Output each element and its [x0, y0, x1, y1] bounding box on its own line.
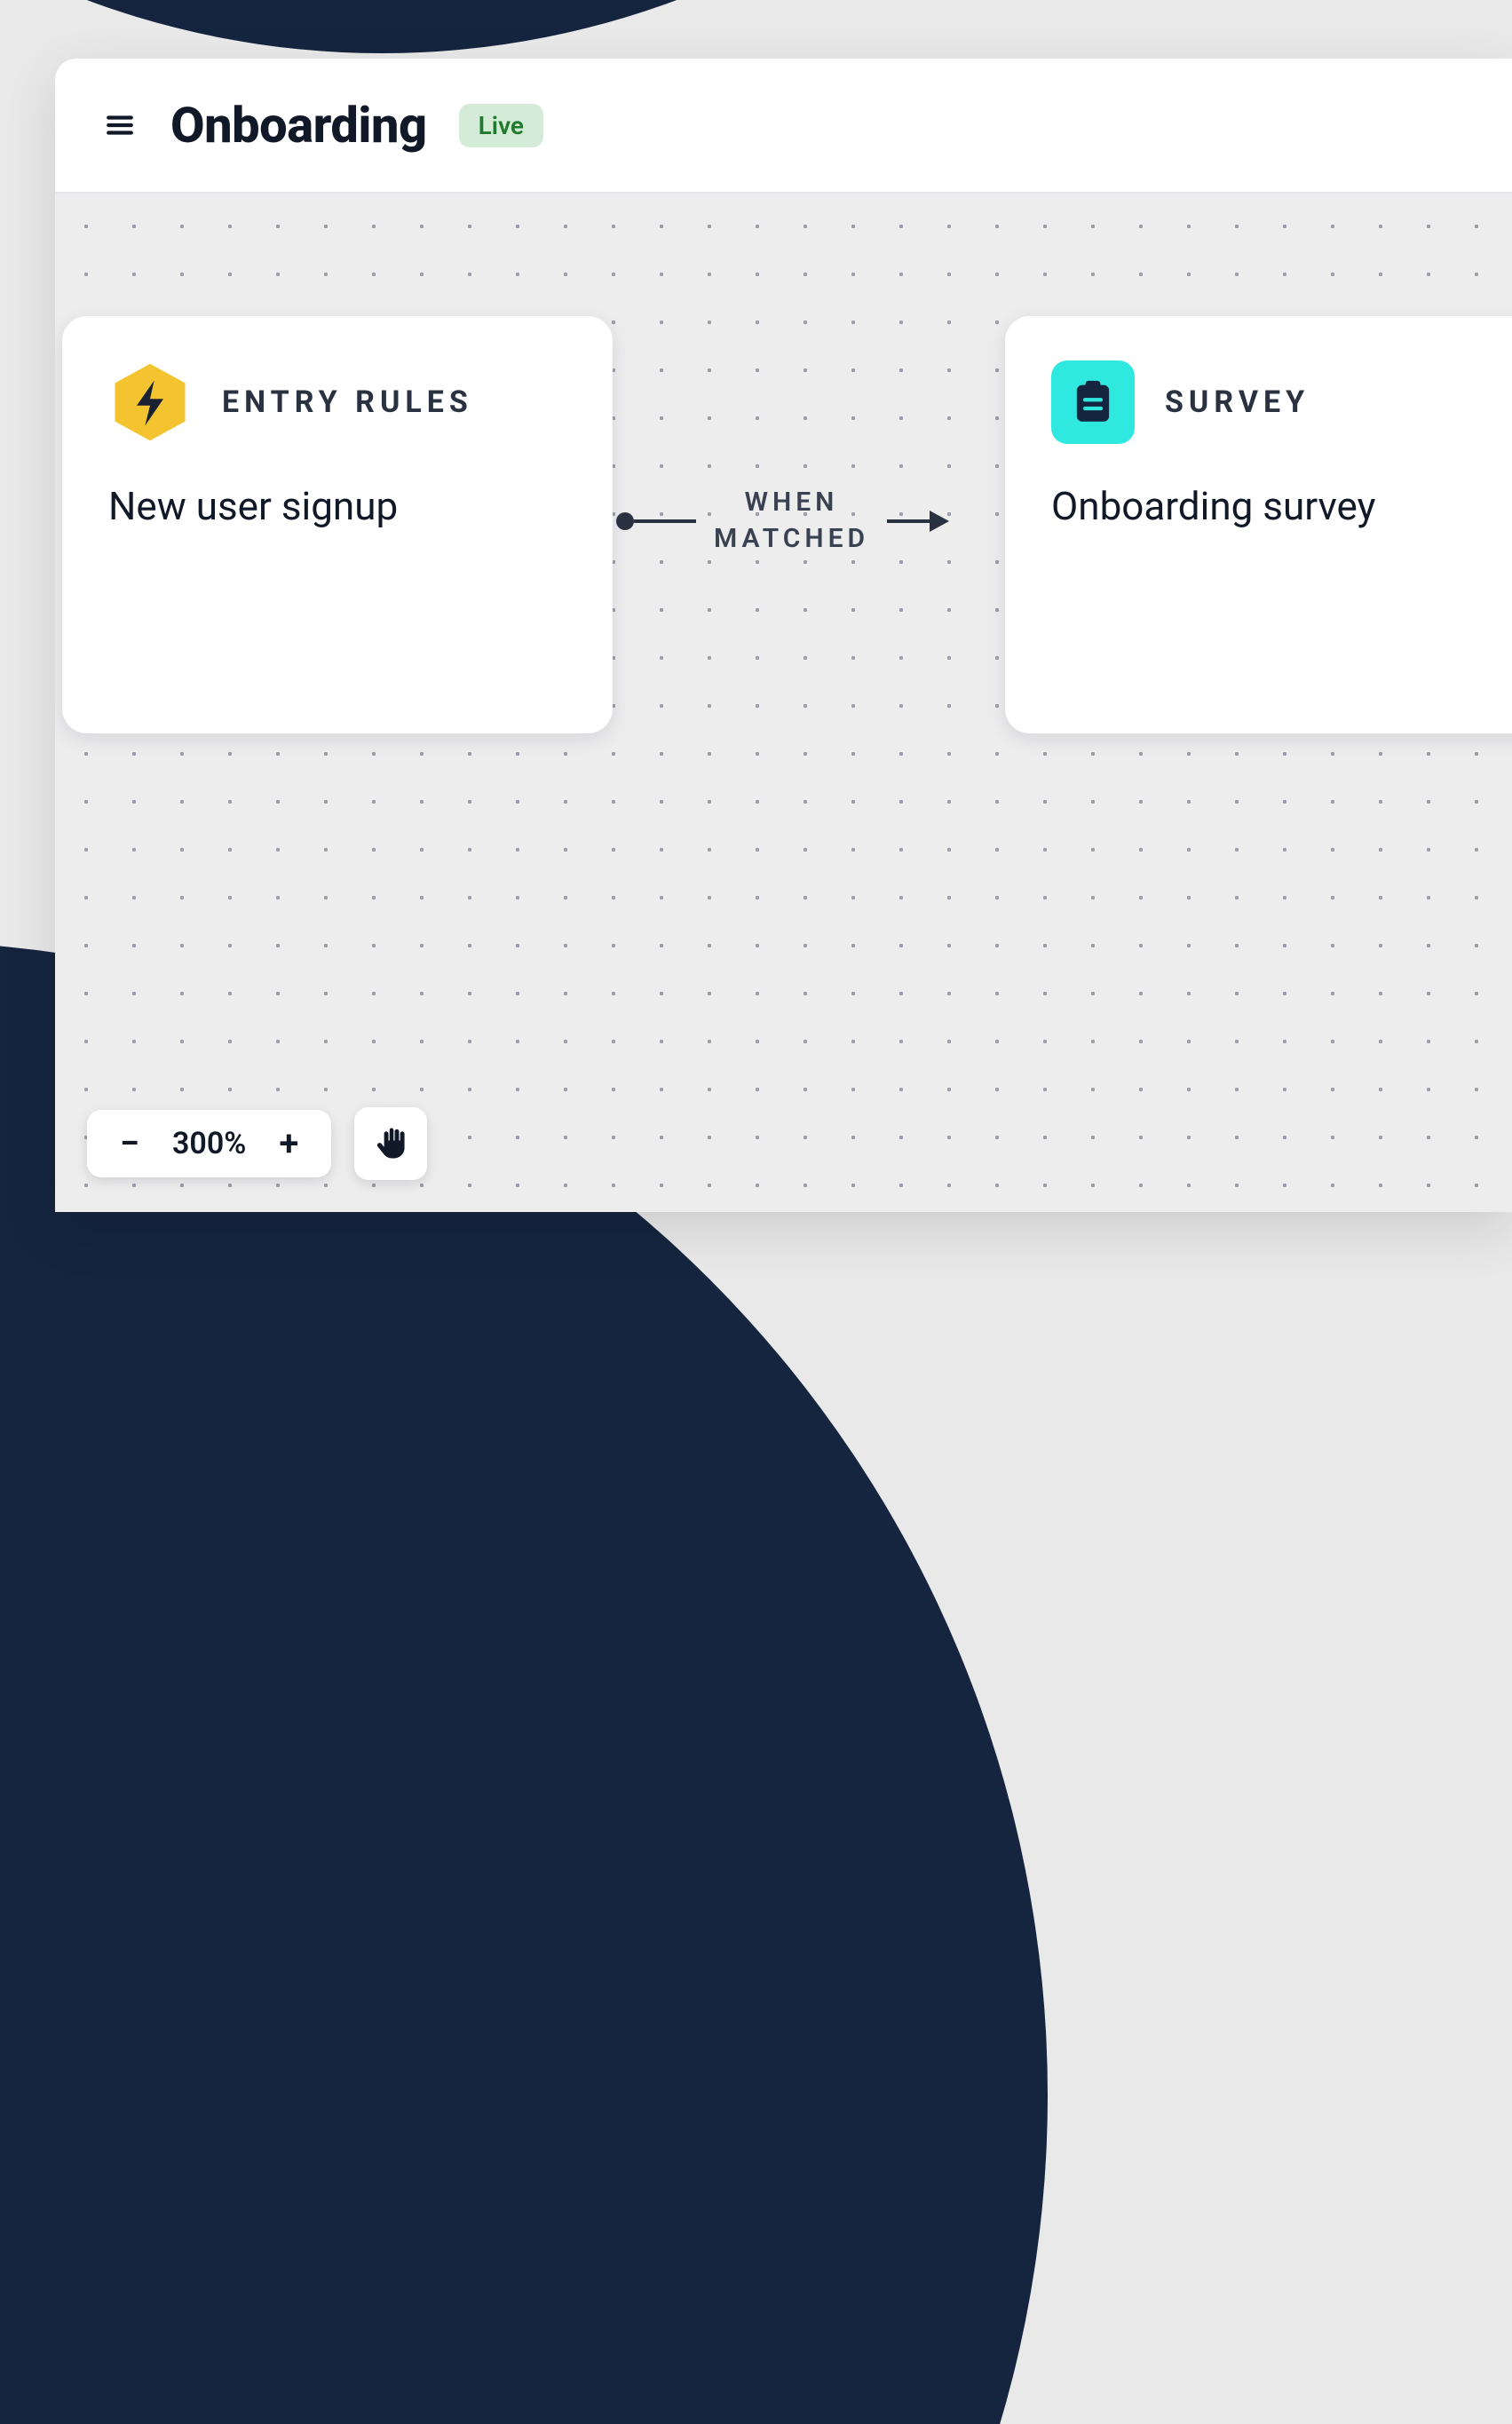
edge-label-line2: MATCHED: [714, 521, 869, 558]
pan-button[interactable]: [354, 1107, 427, 1180]
menu-button[interactable]: [101, 107, 139, 144]
menu-icon: [105, 110, 135, 140]
canvas-toolbar: − 300% +: [87, 1107, 427, 1180]
header: Onboarding Live: [55, 59, 1512, 194]
node-header: SURVEY: [1051, 360, 1512, 444]
page-title: Onboarding: [170, 96, 427, 154]
zoom-out-button[interactable]: −: [114, 1126, 146, 1161]
arrow-right-icon: [887, 505, 949, 537]
zoom-in-button[interactable]: +: [273, 1126, 305, 1161]
edge-label: WHEN MATCHED: [714, 485, 869, 557]
node-body: Onboarding survey: [1051, 483, 1512, 529]
flow-edge: WHEN MATCHED: [616, 485, 949, 557]
bolt-icon: [108, 360, 192, 444]
status-badge: Live: [459, 104, 543, 147]
edge-label-line1: WHEN: [714, 485, 869, 521]
hand-icon: [372, 1125, 409, 1162]
node-body: New user signup: [108, 483, 566, 529]
node-label: ENTRY RULES: [222, 384, 473, 420]
app-panel: Onboarding Live ENTRY RULES New user sig…: [55, 59, 1512, 1212]
zoom-value: 300%: [172, 1126, 246, 1161]
flow-canvas[interactable]: ENTRY RULES New user signup WHEN MATCHED: [55, 192, 1512, 1212]
edge-start: [616, 512, 696, 530]
node-entry-rules[interactable]: ENTRY RULES New user signup: [62, 316, 613, 733]
clipboard-icon: [1051, 360, 1135, 444]
node-header: ENTRY RULES: [108, 360, 566, 444]
node-label: SURVEY: [1165, 384, 1310, 420]
node-survey[interactable]: SURVEY Onboarding survey: [1005, 316, 1512, 733]
zoom-control: − 300% +: [87, 1110, 331, 1177]
decorative-circle: [0, 0, 1225, 53]
